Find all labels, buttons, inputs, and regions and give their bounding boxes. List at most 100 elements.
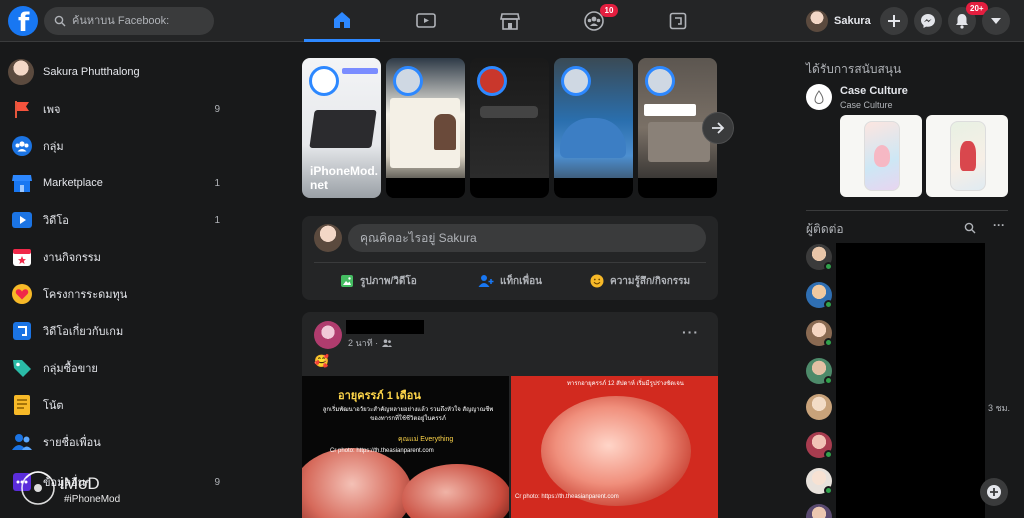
contact-item[interactable] [806,504,832,518]
photo-video-button[interactable]: รูปภาพ/วิดีโอ [340,269,417,293]
post-image-graphic [402,464,509,518]
sidebar-item-gaming-video[interactable]: วิดีโอเกี่ยวกับเกม [8,314,220,348]
stories-next-button[interactable] [702,112,734,144]
sidebar-profile[interactable]: Sakura Phutthalong [8,55,220,89]
gaming-icon [10,319,34,343]
groups-icon [10,134,34,158]
feed-post: 2 นาที · ··· 🥰 อายุครรภ์ 1 เดือน ลูกเริ่… [302,312,718,518]
account-menu-button[interactable] [982,7,1010,35]
facebook-logo[interactable]: f [8,6,38,38]
search-icon [54,15,66,27]
redacted-contact-names [836,243,985,518]
sidebar-item-buy-sell-groups[interactable]: กลุ่มซื้อขาย [8,351,220,385]
online-indicator [824,262,833,271]
contact-item[interactable] [806,320,833,347]
story-avatar [309,66,339,96]
case-culture-logo-icon [814,90,824,104]
watermark-logo: iMoD #iPhoneMod [18,462,138,512]
ad-title[interactable]: Case Culture [840,85,908,97]
friends-icon [10,430,34,454]
search-icon[interactable] [964,222,976,234]
tab-home[interactable] [304,0,380,42]
story-card[interactable] [554,58,633,198]
story-thumbnail [386,178,465,198]
sidebar-item-friend-lists[interactable]: รายชื่อเพื่อน [8,425,220,459]
contact-item[interactable] [806,394,832,420]
post-image-graphic [302,448,412,518]
online-indicator [824,338,833,347]
friends-audience-icon [382,339,393,347]
post-options-button[interactable]: ··· [682,324,699,340]
sidebar-item-groups[interactable]: กลุ่ม [8,129,220,163]
sidebar-item-marketplace[interactable]: Marketplace 1 [8,166,220,200]
story-card[interactable]: iPhoneMod. net [302,58,381,198]
shop-icon [500,13,520,30]
phone-case-graphic [874,145,890,167]
avatar[interactable] [314,321,342,349]
story-thumbnail [638,178,717,198]
tag-friends-button[interactable]: แท็กเพื่อน [478,269,542,293]
plus-icon [888,15,900,27]
post-image-left[interactable]: อายุครรภ์ 1 เดือน ลูกเริ่มพัฒนาอวัยวะสำค… [302,376,509,518]
feeling-activity-button[interactable]: ความรู้สึก/กิจกรรม [590,269,690,293]
contacts-options-button[interactable]: ··· [993,218,1005,232]
online-indicator [824,450,833,459]
contacts-title: ผู้ติดต่อ [806,222,844,236]
create-button[interactable] [880,7,908,35]
contact-item[interactable] [806,468,833,495]
contact-item[interactable] [806,282,833,309]
flag-icon [10,97,34,121]
stories-tray: iPhoneMod. net [302,58,718,198]
smile-icon [590,274,604,288]
search-box[interactable] [44,7,214,35]
messenger-button[interactable] [914,7,942,35]
ad-logo[interactable] [806,84,832,110]
chevron-down-icon [991,18,1001,24]
heart-icon [10,282,34,306]
story-avatar [561,66,591,96]
story-card[interactable] [470,58,549,198]
tab-marketplace[interactable] [472,0,548,42]
tag-icon [10,356,34,380]
online-indicator [824,486,833,495]
sidebar-item-pages[interactable]: เพจ 9 [8,92,220,126]
ad-image[interactable] [840,115,922,197]
tab-watch[interactable] [388,0,464,42]
story-card[interactable] [386,58,465,198]
new-message-button[interactable] [980,478,1008,506]
sidebar-item-notes[interactable]: โน้ต [8,388,220,422]
top-bar: f 10 Sakura 20+ [0,0,1024,42]
new-message-icon [987,485,1001,499]
story-thumbnail [560,118,626,158]
avatar [806,504,832,518]
contact-item[interactable] [806,244,833,271]
arrow-right-icon [712,122,725,134]
story-thumbnail [434,114,456,150]
tab-gaming[interactable] [640,0,716,42]
post-image-graphic [541,396,691,506]
story-avatar [477,66,507,96]
post-meta: 2 นาที · [348,336,393,350]
tab-groups[interactable]: 10 [556,0,632,42]
left-sidebar: Sakura Phutthalong เพจ 9 กลุ่ม Marketpla… [0,42,228,518]
profile-chip[interactable]: Sakura [804,7,879,35]
image-credit: Cr photo: https://th.theasianparent.com [330,448,434,454]
ad-image[interactable] [926,115,1008,197]
sponsored-title: ได้รับการสนับสนุน [806,62,902,76]
imod-logo-icon [21,471,55,505]
sidebar-item-video[interactable]: วิดีโอ 1 [8,203,220,237]
groups-badge: 10 [600,4,618,17]
contact-item[interactable] [806,358,833,385]
contact-item[interactable] [806,432,833,459]
status-input[interactable] [348,224,706,252]
online-indicator [824,300,833,309]
search-input[interactable] [72,15,202,27]
sidebar-item-events[interactable]: งานกิจกรรม [8,240,220,274]
post-text: 🥰 [314,354,329,368]
divider [314,262,706,263]
phone-case-graphic [960,141,976,171]
post-image-right[interactable]: ทารกอายุครรภ์ 12 สัปดาห์ เริ่มมีรูปร่างช… [511,376,718,518]
sidebar-item-fundraisers[interactable]: โครงการระดมทุน [8,277,220,311]
avatar [806,394,832,420]
image-tag: คุณแม่ Everything [398,436,454,443]
